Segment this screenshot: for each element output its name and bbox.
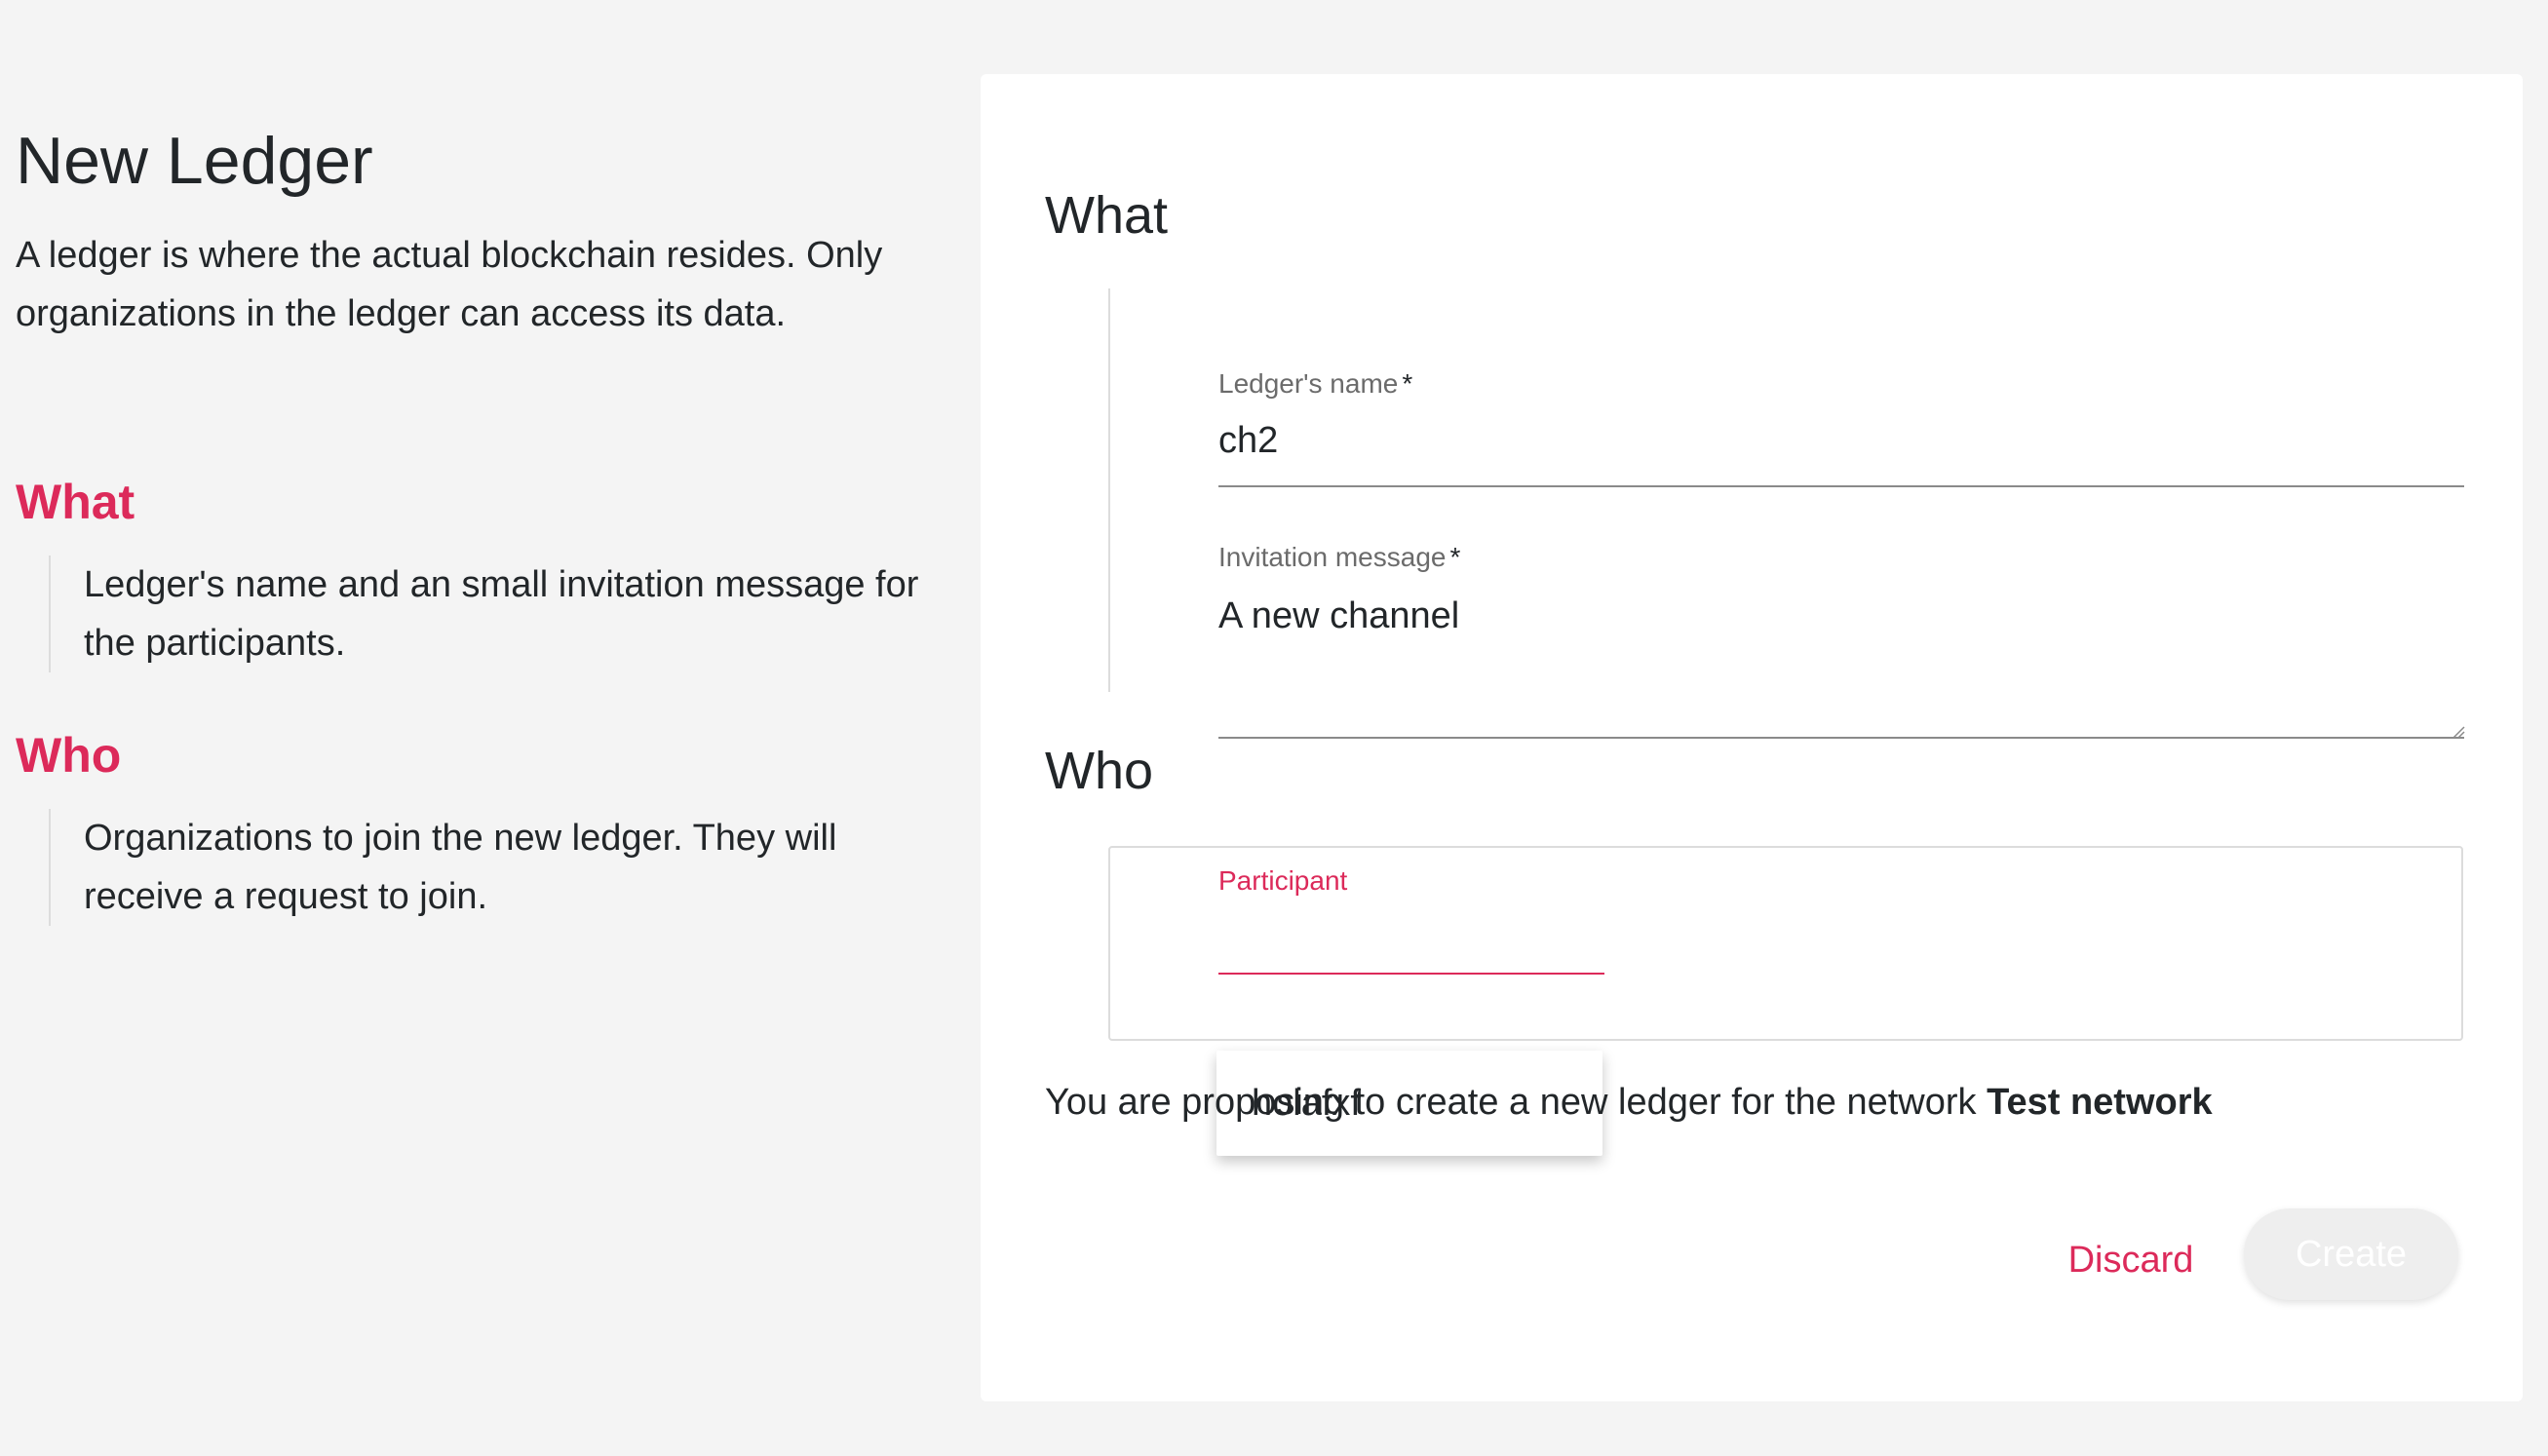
- invitation-message-label-text: Invitation message: [1218, 542, 1447, 572]
- info-what-body: Ledger's name and an small invitation me…: [49, 556, 926, 672]
- participant-label: Participant: [1218, 865, 1348, 896]
- info-who-title: Who: [16, 728, 122, 783]
- invitation-message-label: Invitation message *: [1218, 542, 1460, 573]
- network-name: Test network: [1987, 1082, 2213, 1123]
- ledger-name-label: Ledger's name *: [1218, 368, 1412, 400]
- page-description: A ledger is where the actual blockchain …: [16, 235, 883, 334]
- participant-input[interactable]: [1218, 906, 1604, 975]
- required-marker: *: [1402, 368, 1413, 399]
- form-who-heading: Who: [1045, 742, 1154, 800]
- ledger-name-label-text: Ledger's name: [1218, 368, 1399, 399]
- discard-button[interactable]: Discard: [2043, 1216, 2219, 1304]
- ledger-form-card: What Ledger's name* Invitation message* …: [981, 74, 2523, 1401]
- resize-handle-icon[interactable]: [2451, 725, 2465, 739]
- page-title: New Ledger: [16, 124, 373, 198]
- info-who-body: Organizations to join the new ledger. Th…: [49, 809, 926, 926]
- network-note: You are proposing to create a new ledger…: [1045, 1082, 2213, 1124]
- network-note-text: You are proposing to create a new ledger…: [1045, 1082, 1977, 1123]
- invitation-message-textarea[interactable]: A new channel: [1218, 585, 2464, 739]
- required-marker: *: [1449, 542, 1461, 572]
- info-what-title: What: [16, 475, 135, 529]
- new-ledger-page: New Ledger A ledger is where the actual …: [0, 0, 2548, 1456]
- participants-box: Participant: [1108, 846, 2463, 1041]
- ledger-name-input[interactable]: [1218, 411, 2464, 487]
- create-button[interactable]: Create: [2244, 1208, 2458, 1300]
- form-what-heading: What: [1045, 186, 1169, 245]
- what-field-group: Ledger's name* Invitation message* A new…: [1108, 288, 2465, 739]
